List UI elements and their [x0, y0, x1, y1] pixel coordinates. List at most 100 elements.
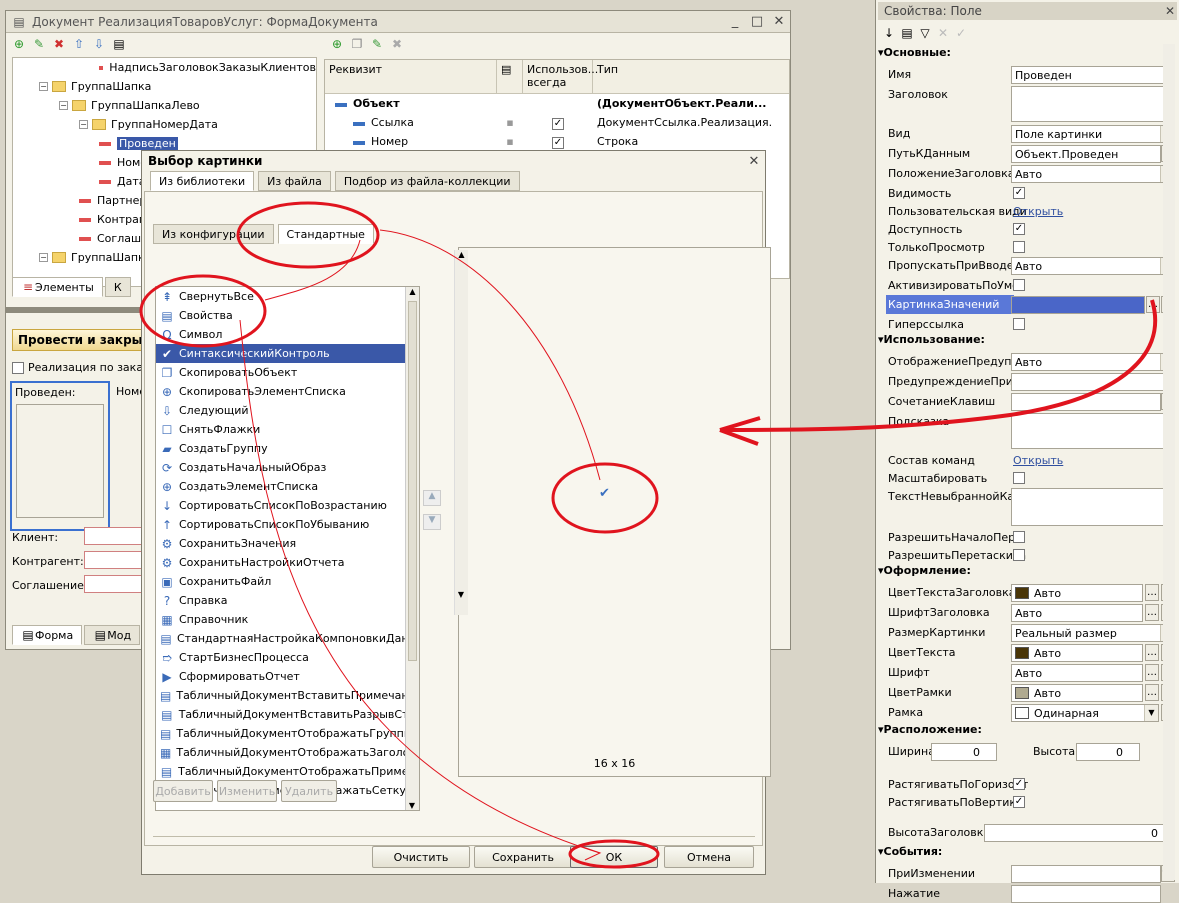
picture-list-item[interactable]: ↑ СортироватьСписокПоУбыванию [156, 515, 419, 534]
prop-input[interactable] [1011, 885, 1161, 903]
prop-input[interactable] [1011, 865, 1161, 883]
tree-row[interactable]: − ГруппаШапка [13, 77, 316, 96]
grid-row[interactable]: Ссылка ▪ ✓ ДокументСсылка.Реализация... [325, 113, 789, 132]
picture-list-item[interactable]: ▦ Справочник [156, 610, 419, 629]
picture-list-item[interactable]: ⇩ Следующий [156, 401, 419, 420]
color-select-button[interactable]: … [1145, 644, 1159, 661]
col-type[interactable]: Тип [593, 60, 771, 93]
delete-attr-icon[interactable]: ✖ [390, 37, 404, 51]
maximize-icon[interactable]: □ [746, 14, 768, 29]
posted-field-frame[interactable]: Проведен: [10, 381, 110, 531]
preview-scroll-down-icon[interactable]: ▼ [455, 590, 467, 599]
posted-picture-field[interactable] [16, 404, 104, 518]
dialog-close-icon[interactable]: ✕ [743, 154, 765, 169]
tab-k[interactable]: К [104, 277, 131, 297]
prop-input[interactable] [1011, 86, 1175, 122]
section-header[interactable]: ▾Оформление: [878, 564, 971, 577]
prop-input[interactable]: Поле картинки▼ [1011, 125, 1175, 143]
section-header[interactable]: ▾События: [878, 845, 942, 858]
section-header[interactable]: ▾Использование: [878, 333, 985, 346]
picture-list-item[interactable]: ▰ СоздатьГруппу [156, 439, 419, 458]
change-button[interactable]: Изменить [217, 780, 277, 802]
prop-input[interactable]: Авто [1011, 644, 1143, 662]
dialog-tab[interactable]: Подбор из файла-коллекции [334, 171, 520, 191]
col-use[interactable]: Использов... всегда [523, 60, 598, 93]
apply-icon[interactable]: ✓ [954, 26, 968, 40]
collapse-icon[interactable]: − [39, 82, 48, 91]
picture-list-item[interactable]: ▤ ТабличныйДокументВставитьРазрывСт... [156, 705, 419, 724]
filter-icon[interactable]: ▽ [918, 26, 932, 40]
dropdown-icon[interactable]: ▼ [1144, 705, 1158, 721]
prop-input[interactable]: Авто [1011, 604, 1143, 622]
picture-list-item[interactable]: ✔ СинтаксическийКонтроль [156, 344, 419, 363]
prop-input[interactable]: Реальный размер▼ [1011, 624, 1175, 642]
prop-input[interactable]: Авто [1011, 664, 1143, 682]
move-up-button[interactable]: ▲ [423, 490, 441, 506]
picture-select-button[interactable]: … [1146, 296, 1160, 313]
picture-list-item[interactable]: ▤ Свойства [156, 306, 419, 325]
picture-list-item[interactable]: ⚙ СохранитьНастройкиОтчета [156, 553, 419, 572]
properties-icon[interactable]: ▤ [112, 37, 126, 51]
prop-input[interactable] [1011, 413, 1175, 449]
delete-button[interactable]: Удалить [281, 780, 337, 802]
prop-input[interactable] [1011, 373, 1175, 391]
close-icon[interactable]: ✕ [768, 14, 790, 29]
edit-icon[interactable]: ✎ [32, 37, 46, 51]
tab-module[interactable]: ▤ Мод [84, 625, 141, 645]
picture-list-item[interactable]: ⊕ СоздатьЭлементСписка [156, 477, 419, 496]
picture-list-item[interactable]: ➱ СтартБизнесПроцесса [156, 648, 419, 667]
prop-input[interactable]: Авто▼ [1011, 257, 1175, 275]
prop-input[interactable]: Авто [1011, 684, 1143, 702]
properties-scrollbar[interactable] [1163, 44, 1175, 880]
prop-input[interactable] [1011, 393, 1161, 411]
grid-row[interactable]: Номер ▪ ✓ Строка [325, 132, 789, 151]
prop-input[interactable]: 0 [984, 824, 1175, 842]
open-link[interactable]: Открыть [1013, 454, 1063, 467]
reset-icon[interactable]: ✕ [936, 26, 950, 40]
font-select-button[interactable]: … [1145, 604, 1159, 621]
move-down-button[interactable]: ▼ [423, 514, 441, 530]
picture-list-item[interactable]: ⊕ СкопироватьЭлементСписка [156, 382, 419, 401]
by-order-checkbox[interactable] [12, 361, 24, 374]
properties-close-icon[interactable]: ✕ [1163, 4, 1177, 18]
picture-list-item[interactable]: ☐ СнятьФлажки [156, 420, 419, 439]
save-button[interactable]: Сохранить [474, 846, 572, 868]
splitter[interactable] [6, 307, 146, 313]
prop-checkbox[interactable] [1013, 318, 1025, 330]
font-select-button[interactable]: … [1145, 664, 1159, 681]
scroll-thumb[interactable] [408, 301, 417, 661]
grid-use[interactable]: ✓ [523, 135, 593, 149]
preview-scrollbar[interactable]: ▲ ▼ [454, 250, 468, 615]
picture-list-item[interactable]: ▶ СформироватьОтчет [156, 667, 419, 686]
prop-input[interactable]: Авто [1011, 584, 1143, 602]
contractor-input[interactable] [84, 551, 144, 569]
add-icon[interactable]: ⊕ [12, 37, 26, 51]
picture-list-item[interactable]: ⟳ СоздатьНачальныйОбраз [156, 458, 419, 477]
cancel-button[interactable]: Отмена [664, 846, 754, 868]
edit-attr-icon[interactable]: ✎ [370, 37, 384, 51]
prop-checkbox[interactable] [1013, 472, 1025, 484]
client-input[interactable] [84, 527, 144, 545]
prop-checkbox[interactable]: ✓ [1013, 223, 1025, 235]
tree-row[interactable]: − ГруппаНомерДата [13, 115, 316, 134]
copy-attr-icon[interactable]: ❐ [350, 37, 364, 51]
ok-button[interactable]: ОК [570, 846, 658, 868]
tree-row[interactable]: − ГруппаШапкаЛево [13, 96, 316, 115]
section-header[interactable]: ▾Расположение: [878, 723, 982, 736]
prop-checkbox[interactable]: ✓ [1013, 778, 1025, 790]
tab-elements[interactable]: ≡ Элементы [12, 277, 103, 297]
picture-list-item[interactable]: ⚙ СохранитьЗначения [156, 534, 419, 553]
prop-input[interactable]: 0 [931, 743, 997, 761]
use-checkbox[interactable]: ✓ [552, 117, 564, 130]
add-button[interactable]: Добавить [153, 780, 213, 802]
picture-list-item[interactable]: ? Справка [156, 591, 419, 610]
color-select-button[interactable]: … [1145, 684, 1159, 701]
prop-input[interactable]: Авто▼ [1011, 165, 1175, 183]
color-select-button[interactable]: … [1145, 584, 1159, 601]
picture-list-item[interactable]: ❐ СкопироватьОбъект [156, 363, 419, 382]
post-and-close-button[interactable]: Провести и закрыть [12, 329, 146, 351]
add-attr-icon[interactable]: ⊕ [330, 37, 344, 51]
scroll-up-icon[interactable]: ▲ [406, 287, 419, 301]
prop-input[interactable]: Объект.Проведен [1011, 145, 1161, 163]
picture-list-item[interactable]: ▤ ТабличныйДокументОтображатьПриме... [156, 762, 419, 781]
